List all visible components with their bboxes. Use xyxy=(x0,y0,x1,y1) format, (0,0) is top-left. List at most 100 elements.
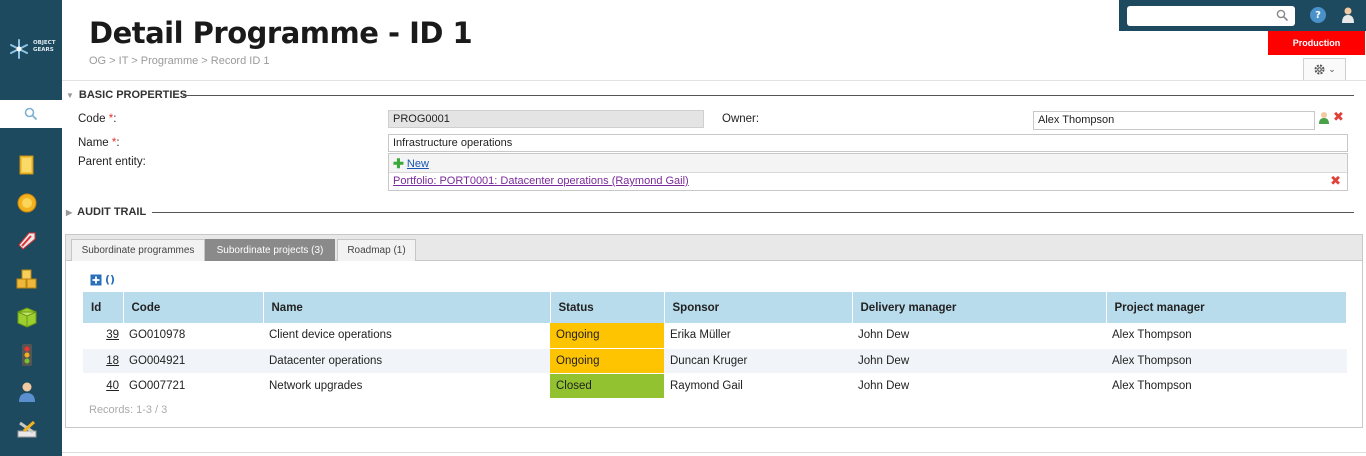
new-link[interactable]: New xyxy=(407,158,429,170)
tab-roadmap[interactable]: Roadmap (1) xyxy=(337,239,416,261)
sidebar-search-button[interactable] xyxy=(0,100,62,128)
help-button[interactable]: ? xyxy=(1310,7,1326,23)
sidebar: OBJECT GEARS xyxy=(0,0,62,456)
column-header-sponsor[interactable]: Sponsor xyxy=(664,292,853,323)
cell-name: Datacenter operations xyxy=(263,348,550,374)
logo[interactable]: OBJECT GEARS xyxy=(0,0,62,100)
user-icon xyxy=(19,382,35,402)
name-field[interactable]: Infrastructure operations xyxy=(388,134,1348,152)
projects-table: Id Code Name Status Sponsor Delivery man… xyxy=(83,292,1347,399)
column-header-project-manager[interactable]: Project manager xyxy=(1106,292,1347,323)
code-field: PROG0001 xyxy=(388,110,704,128)
parent-entity-label: Parent entity: xyxy=(78,156,146,168)
table-header-row: Id Code Name Status Sponsor Delivery man… xyxy=(83,292,1347,323)
folder-icon xyxy=(19,155,34,175)
code-label: Code *: xyxy=(78,113,117,125)
cell-status: Ongoing xyxy=(550,323,664,349)
clear-owner-icon[interactable]: ✖ xyxy=(1333,110,1344,125)
logo-mark-icon xyxy=(10,39,28,59)
cell-project-manager: Alex Thompson xyxy=(1106,323,1347,349)
sidebar-item-boxes[interactable] xyxy=(14,267,40,291)
search-icon[interactable] xyxy=(1276,9,1289,22)
select-user-icon[interactable] xyxy=(1318,111,1330,125)
sidebar-item-tag[interactable] xyxy=(14,229,40,253)
cell-code: GO004921 xyxy=(123,348,263,374)
new-parent-button[interactable]: ✚ New xyxy=(393,156,429,172)
cell-status: Closed xyxy=(550,373,664,399)
section-title: BASIC PROPERTIES xyxy=(78,89,188,101)
logo-line-1: OBJECT xyxy=(33,40,56,46)
column-header-code[interactable]: Code xyxy=(123,292,264,323)
cell-delivery-manager: John Dew xyxy=(852,373,1106,399)
search-icon xyxy=(24,107,38,121)
logo-text: OBJECT GEARS xyxy=(33,40,55,54)
owner-field[interactable]: Alex Thompson xyxy=(1033,111,1315,130)
table-row[interactable]: 40 GO007721 Network upgrades Closed Raym… xyxy=(83,373,1347,399)
sidebar-item-user[interactable] xyxy=(14,380,40,404)
owner-label: Owner: xyxy=(722,113,760,125)
cell-status: Ongoing xyxy=(550,348,664,374)
plus-icon: ✚ xyxy=(393,156,404,171)
badge-icon xyxy=(17,193,37,213)
tab-subordinate-projects[interactable]: Subordinate projects (3) xyxy=(205,239,335,261)
column-header-status[interactable]: Status xyxy=(550,292,665,323)
sidebar-item-tools[interactable] xyxy=(14,418,40,442)
tabs-panel: Subordinate programmes Subordinate proje… xyxy=(65,234,1363,428)
parent-entity-field: ✚ New Portfolio: PORT0001: Datacenter op… xyxy=(388,153,1348,191)
column-header-name[interactable]: Name xyxy=(263,292,551,323)
cell-id[interactable]: 39 xyxy=(83,323,123,349)
top-bar: ? xyxy=(1119,0,1366,31)
cell-delivery-manager: John Dew xyxy=(852,323,1106,349)
cell-sponsor: Erika Müller xyxy=(664,323,852,349)
footer-divider xyxy=(62,452,1366,453)
remove-parent-icon[interactable]: ✖ xyxy=(1330,174,1341,189)
record-id-link[interactable]: 18 xyxy=(106,355,119,367)
help-icon: ? xyxy=(1315,9,1321,21)
cell-code: GO010978 xyxy=(123,323,263,349)
grid-toolbar: () xyxy=(90,273,115,286)
table-row[interactable]: 39 GO010978 Client device operations Ong… xyxy=(83,323,1347,349)
cell-name: Client device operations xyxy=(263,323,550,349)
page-title: Detail Programme - ID 1 xyxy=(89,16,473,50)
add-record-icon[interactable] xyxy=(90,274,102,286)
column-header-id[interactable]: Id xyxy=(83,292,124,323)
collapse-triangle-icon: ▼ xyxy=(66,90,74,100)
record-id-link[interactable]: 40 xyxy=(106,380,119,392)
section-rule xyxy=(183,95,1354,96)
package-icon xyxy=(17,307,37,328)
records-count: Records: 1-3 / 3 xyxy=(89,404,168,416)
column-header-delivery-manager[interactable]: Delivery manager xyxy=(852,292,1107,323)
section-basic-properties[interactable]: ▼ BASIC PROPERTIES xyxy=(66,89,187,101)
sidebar-item-badge[interactable] xyxy=(14,191,40,215)
user-menu-icon[interactable] xyxy=(1341,6,1355,24)
expand-triangle-icon: ▶ xyxy=(66,207,73,217)
section-rule xyxy=(152,212,1354,213)
sidebar-item-package[interactable] xyxy=(14,305,40,329)
table-row[interactable]: 18 GO004921 Datacenter operations Ongoin… xyxy=(83,348,1347,374)
section-audit-trail[interactable]: ▶ AUDIT TRAIL xyxy=(66,206,146,218)
tab-subordinate-programmes[interactable]: Subordinate programmes xyxy=(71,239,205,261)
gear-icon xyxy=(1314,64,1325,75)
tools-icon xyxy=(17,420,37,438)
cell-name: Network upgrades xyxy=(263,373,550,399)
cell-id[interactable]: 40 xyxy=(83,373,123,399)
chevron-down-icon: ⌄ xyxy=(1328,64,1336,75)
record-id-link[interactable]: 39 xyxy=(106,329,119,341)
cell-sponsor: Raymond Gail xyxy=(664,373,852,399)
boxes-icon xyxy=(16,269,37,289)
global-search-input[interactable] xyxy=(1127,6,1295,26)
parent-entity-link[interactable]: Portfolio: PORT0001: Datacenter operatio… xyxy=(393,175,689,187)
settings-button[interactable]: ⌄ xyxy=(1303,58,1346,81)
cell-delivery-manager: John Dew xyxy=(852,348,1106,374)
sidebar-item-traffic-light[interactable] xyxy=(14,343,40,367)
logo-line-2: GEARS xyxy=(33,47,54,53)
cell-sponsor: Duncan Kruger xyxy=(664,348,852,374)
parent-entity-row: Portfolio: PORT0001: Datacenter operatio… xyxy=(389,172,1347,190)
traffic-light-icon xyxy=(22,344,32,366)
sidebar-item-folder[interactable] xyxy=(14,153,40,177)
link-record-icon[interactable]: () xyxy=(105,273,115,286)
breadcrumb[interactable]: OG > IT > Programme > Record ID 1 xyxy=(89,55,269,67)
header-divider xyxy=(62,80,1366,81)
tab-bar: Subordinate programmes Subordinate proje… xyxy=(66,235,1362,261)
cell-id[interactable]: 18 xyxy=(83,348,123,374)
